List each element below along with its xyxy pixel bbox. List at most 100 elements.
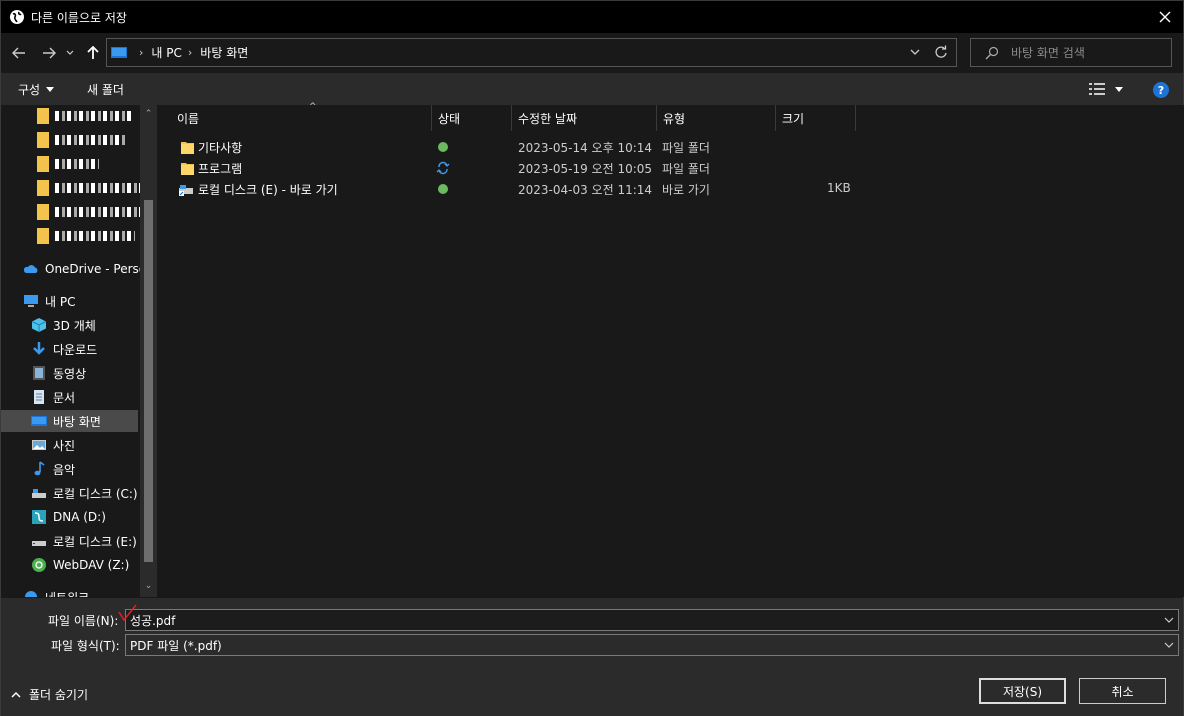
synced-status-icon: [438, 142, 448, 152]
folder-icon: [181, 142, 194, 154]
nav-item-onedrive[interactable]: OneDrive - Persor: [23, 258, 151, 280]
file-row[interactable]: 프로그램 2023-05-19 오전 10:05 파일 폴더: [159, 158, 859, 179]
folder-icon: [37, 204, 49, 220]
document-icon: [34, 390, 44, 404]
globe-icon: [10, 10, 24, 24]
cancel-button[interactable]: 취소: [1079, 678, 1166, 704]
column-size-label: 크기: [782, 111, 805, 126]
folder-icon: [37, 156, 49, 172]
nav-item-label: 로컬 디스크 (E:): [53, 534, 137, 549]
redacted-folder[interactable]: [37, 179, 141, 197]
chevron-up-icon: [11, 691, 21, 698]
file-list: 이름 ^ 상태 수정한 날짜 유형 크기 기타사항 2023-05-14 오후 …: [159, 102, 1184, 597]
redacted-folder[interactable]: [37, 107, 133, 125]
nav-item-downloads[interactable]: 다운로드: [31, 338, 97, 360]
up-button[interactable]: [83, 43, 103, 63]
filetype-select[interactable]: PDF 파일 (*.pdf): [125, 634, 1179, 656]
breadcrumb-separator: ›: [139, 46, 144, 59]
filetype-value: PDF 파일 (*.pdf): [130, 638, 222, 653]
redacted-label: [55, 135, 125, 145]
organize-menu[interactable]: 구성: [18, 81, 55, 98]
redacted-folder[interactable]: [37, 131, 125, 149]
close-button[interactable]: [1155, 7, 1175, 27]
filetype-label: 파일 형식(T):: [51, 639, 120, 653]
nav-item-desktop[interactable]: 바탕 화면: [1, 410, 138, 432]
redacted-label: [55, 183, 141, 193]
nav-item-label: 문서: [53, 390, 76, 405]
nav-item-label: 3D 개체: [53, 318, 96, 333]
scroll-thumb[interactable]: [144, 200, 153, 562]
nav-item-pictures[interactable]: 사진: [31, 434, 75, 456]
nav-item-drive-d[interactable]: DNA (D:): [31, 506, 106, 528]
new-folder-button[interactable]: 새 폴더: [87, 81, 124, 98]
redacted-label: [55, 207, 141, 217]
nav-item-label: 내 PC: [45, 294, 76, 309]
hide-folders-button[interactable]: 폴더 숨기기: [11, 686, 88, 703]
nav-item-drive-c[interactable]: 로컬 디스크 (C:): [31, 482, 138, 504]
column-modified-label: 수정한 날짜: [518, 111, 578, 126]
scroll-down-icon[interactable]: ⌄: [144, 582, 153, 591]
file-type: 파일 폴더: [662, 162, 710, 176]
chevron-down-icon: [66, 50, 74, 55]
file-name: 프로그램: [198, 162, 243, 176]
save-as-dialog: 다른 이름으로 저장 › 내 PC › 바탕 화면 바탕 화면 검색 구성 새 …: [0, 0, 1184, 716]
nav-item-webdav[interactable]: WebDAV (Z:): [31, 554, 129, 576]
nav-scrollbar[interactable]: ⌃ ⌄: [140, 105, 157, 597]
view-options-button[interactable]: [1089, 83, 1123, 95]
file-modified: 2023-04-03 오전 11:14: [518, 183, 653, 197]
chevron-down-icon[interactable]: [1164, 614, 1174, 626]
save-button[interactable]: 저장(S): [979, 678, 1066, 704]
address-bar[interactable]: › 내 PC › 바탕 화면: [106, 38, 957, 67]
recent-locations-button[interactable]: [63, 43, 77, 63]
column-header-name[interactable]: 이름 ^: [171, 102, 432, 131]
filename-field[interactable]: 성공.pdf: [125, 609, 1179, 631]
nav-item-label: OneDrive - Persor: [45, 262, 152, 276]
breadcrumb-pc[interactable]: 내 PC: [151, 44, 181, 61]
column-header-modified[interactable]: 수정한 날짜: [512, 105, 657, 131]
refresh-icon[interactable]: [934, 45, 948, 59]
redacted-folder[interactable]: [37, 203, 141, 221]
nav-item-network[interactable]: 네트워크: [23, 586, 89, 597]
column-header-type[interactable]: 유형: [657, 105, 776, 131]
nav-item-music[interactable]: 음악: [31, 458, 75, 480]
help-icon[interactable]: ?: [1153, 82, 1169, 98]
search-box[interactable]: [970, 38, 1172, 67]
nav-item-this-pc[interactable]: 내 PC: [23, 290, 75, 312]
forward-button[interactable]: [39, 43, 59, 63]
details-view-icon: [1089, 83, 1105, 95]
column-status-label: 상태: [438, 111, 461, 126]
command-toolbar: 구성 새 폴더 ?: [1, 73, 1183, 105]
redacted-folder[interactable]: [37, 227, 135, 245]
nav-item-documents[interactable]: 문서: [31, 386, 75, 408]
navigation-bar: › 내 PC › 바탕 화면: [1, 33, 1183, 73]
file-row[interactable]: 로컬 디스크 (E) - 바로 가기 2023-04-03 오전 11:14 바…: [159, 179, 859, 200]
nav-item-3d-objects[interactable]: 3D 개체: [31, 314, 96, 336]
onedrive-icon: [23, 265, 38, 273]
nav-item-label: 로컬 디스크 (C:): [53, 486, 138, 501]
folder-icon: [181, 163, 194, 175]
chevron-down-icon[interactable]: [910, 45, 920, 59]
nav-item-label: 네트워크: [45, 589, 89, 598]
filename-label: 파일 이름(N):: [48, 614, 119, 628]
chevron-down-icon[interactable]: [1164, 639, 1174, 651]
file-row[interactable]: 기타사항 2023-05-14 오후 10:14 파일 폴더: [159, 137, 859, 158]
nav-item-label: WebDAV (Z:): [53, 558, 130, 572]
pc-icon: [24, 295, 38, 307]
folder-icon: [37, 228, 49, 244]
save-options-panel: 파일 이름(N): 성공.pdf 파일 형식(T): PDF 파일 (*.pdf…: [1, 598, 1183, 716]
redacted-folder[interactable]: [37, 155, 99, 173]
network-drive-icon: [32, 510, 46, 524]
back-button[interactable]: [9, 43, 29, 63]
nav-item-videos[interactable]: 동영상: [31, 362, 86, 384]
picture-icon: [32, 440, 46, 450]
column-header-size[interactable]: 크기: [776, 105, 856, 131]
synced-status-icon: [438, 184, 448, 194]
arrow-up-icon: [87, 46, 99, 59]
breadcrumb-desktop[interactable]: 바탕 화면: [200, 44, 248, 61]
scroll-up-icon[interactable]: ⌃: [144, 110, 153, 119]
column-header-status[interactable]: 상태: [432, 105, 512, 131]
nav-item-drive-e[interactable]: 로컬 디스크 (E:): [31, 530, 137, 552]
navigation-pane: OneDrive - Persor 내 PC 3D 개체 다운로드 동영상 문서…: [1, 105, 157, 597]
search-input[interactable]: [1011, 45, 1161, 60]
nav-item-label: 음악: [53, 462, 76, 477]
